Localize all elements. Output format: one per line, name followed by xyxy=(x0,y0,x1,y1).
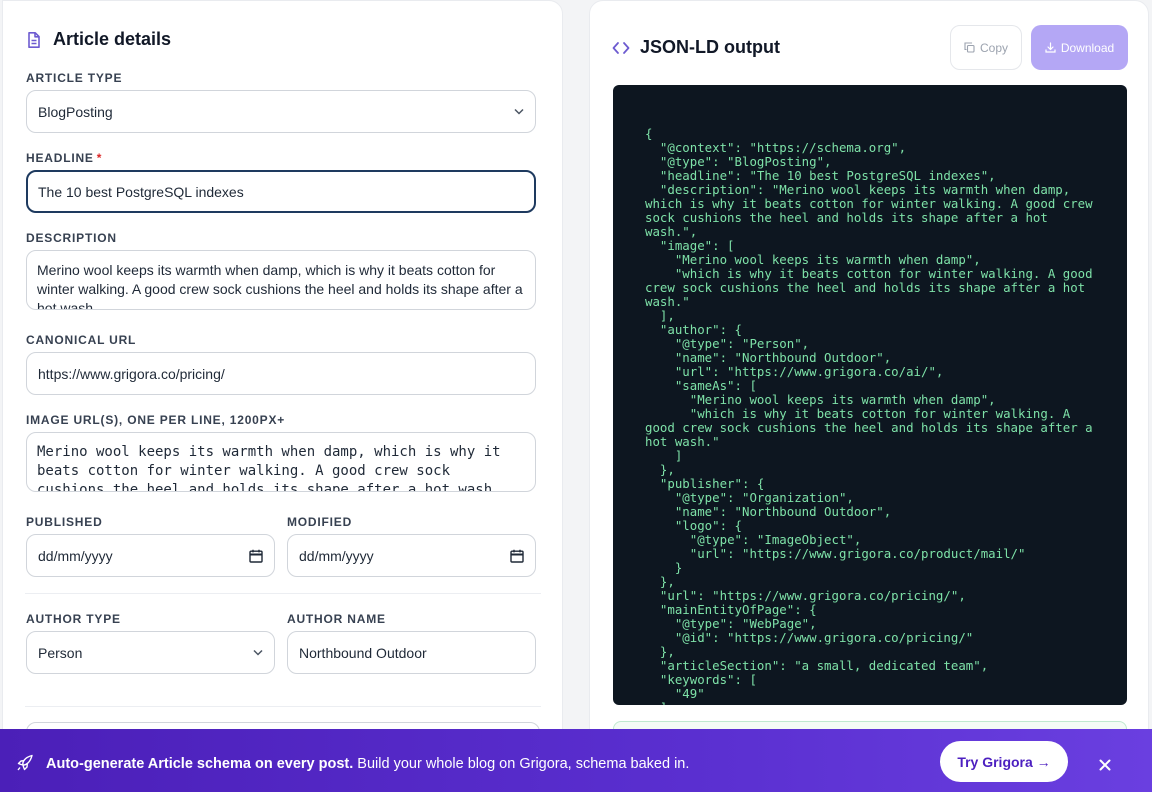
modified-label: MODIFIED xyxy=(287,515,353,529)
image-urls-value: Merino wool keeps its warmth when damp, … xyxy=(37,444,501,492)
author-name-value: Northbound Outdoor xyxy=(299,644,427,661)
author-type-select[interactable]: Person xyxy=(26,631,275,674)
download-icon xyxy=(1045,42,1056,53)
author-type-value: Person xyxy=(38,644,83,661)
calendar-icon[interactable] xyxy=(249,549,263,563)
headline-value: The 10 best PostgreSQL indexes xyxy=(38,183,244,200)
json-ld-output-title-text: JSON-LD output xyxy=(640,37,780,57)
author-name-label: AUTHOR NAME xyxy=(287,612,386,626)
article-details-title: Article details xyxy=(25,29,171,50)
banner-text: Build your whole blog on Grigora, schema… xyxy=(353,756,690,772)
headline-label: HEADLINE * xyxy=(26,151,102,165)
canonical-url-value: https://www.grigora.co/pricing/ xyxy=(38,365,225,382)
code-brackets-icon xyxy=(612,41,630,54)
copy-button[interactable]: Copy xyxy=(950,25,1022,70)
section-divider xyxy=(25,593,541,594)
article-type-select[interactable]: BlogPosting xyxy=(26,90,536,133)
json-ld-output-panel: JSON-LD output Copy Download { "@context… xyxy=(589,0,1149,761)
banner-bold-text: Auto-generate Article schema on every po… xyxy=(46,756,354,772)
image-urls-textarea[interactable]: Merino wool keeps its warmth when damp, … xyxy=(26,432,536,492)
chevron-down-icon xyxy=(514,107,524,117)
json-ld-output-title: JSON-LD output xyxy=(612,37,780,58)
section-divider xyxy=(25,706,541,707)
calendar-icon[interactable] xyxy=(510,549,524,563)
description-value: Merino wool keeps its warmth when damp, … xyxy=(37,262,523,310)
image-urls-label: IMAGE URL(S), ONE PER LINE, 1200PX+ xyxy=(26,413,286,427)
document-icon xyxy=(28,31,40,48)
article-details-panel: Article details ARTICLE TYPE BlogPosting… xyxy=(2,0,563,762)
download-button[interactable]: Download xyxy=(1031,25,1128,70)
article-details-title-text: Article details xyxy=(53,29,172,49)
canonical-url-input[interactable]: https://www.grigora.co/pricing/ xyxy=(26,352,536,395)
modified-placeholder: dd/mm/yyyy xyxy=(299,547,374,564)
copy-label: Copy xyxy=(979,40,1008,55)
article-type-value: BlogPosting xyxy=(38,103,113,120)
article-type-label: ARTICLE TYPE xyxy=(26,71,123,85)
headline-input[interactable]: The 10 best PostgreSQL indexes xyxy=(26,170,536,213)
published-placeholder: dd/mm/yyyy xyxy=(38,547,113,564)
chevron-down-icon xyxy=(253,648,263,658)
description-label: DESCRIPTION xyxy=(26,231,117,245)
close-icon[interactable] xyxy=(1098,758,1112,772)
author-type-label: AUTHOR TYPE xyxy=(26,612,121,626)
promo-banner: Auto-generate Article schema on every po… xyxy=(0,729,1152,792)
try-grigora-button[interactable]: Try Grigora → xyxy=(940,741,1068,782)
headline-label-text: HEADLINE xyxy=(26,151,94,165)
published-label: PUBLISHED xyxy=(26,515,103,529)
json-ld-code: { "@context": "https://schema.org", "@ty… xyxy=(645,126,1093,706)
canonical-url-label: CANONICAL URL xyxy=(26,333,137,347)
copy-icon xyxy=(964,42,975,53)
json-ld-code-block[interactable]: { "@context": "https://schema.org", "@ty… xyxy=(613,85,1127,705)
description-textarea[interactable]: Merino wool keeps its warmth when damp, … xyxy=(26,250,536,310)
rocket-icon xyxy=(17,754,33,771)
required-mark: * xyxy=(96,151,103,165)
download-label: Download xyxy=(1060,40,1115,55)
published-date-input[interactable]: dd/mm/yyyy xyxy=(26,534,275,577)
author-name-input[interactable]: Northbound Outdoor xyxy=(287,631,536,674)
modified-date-input[interactable]: dd/mm/yyyy xyxy=(287,534,536,577)
banner-message: Auto-generate Article schema on every po… xyxy=(46,756,689,772)
